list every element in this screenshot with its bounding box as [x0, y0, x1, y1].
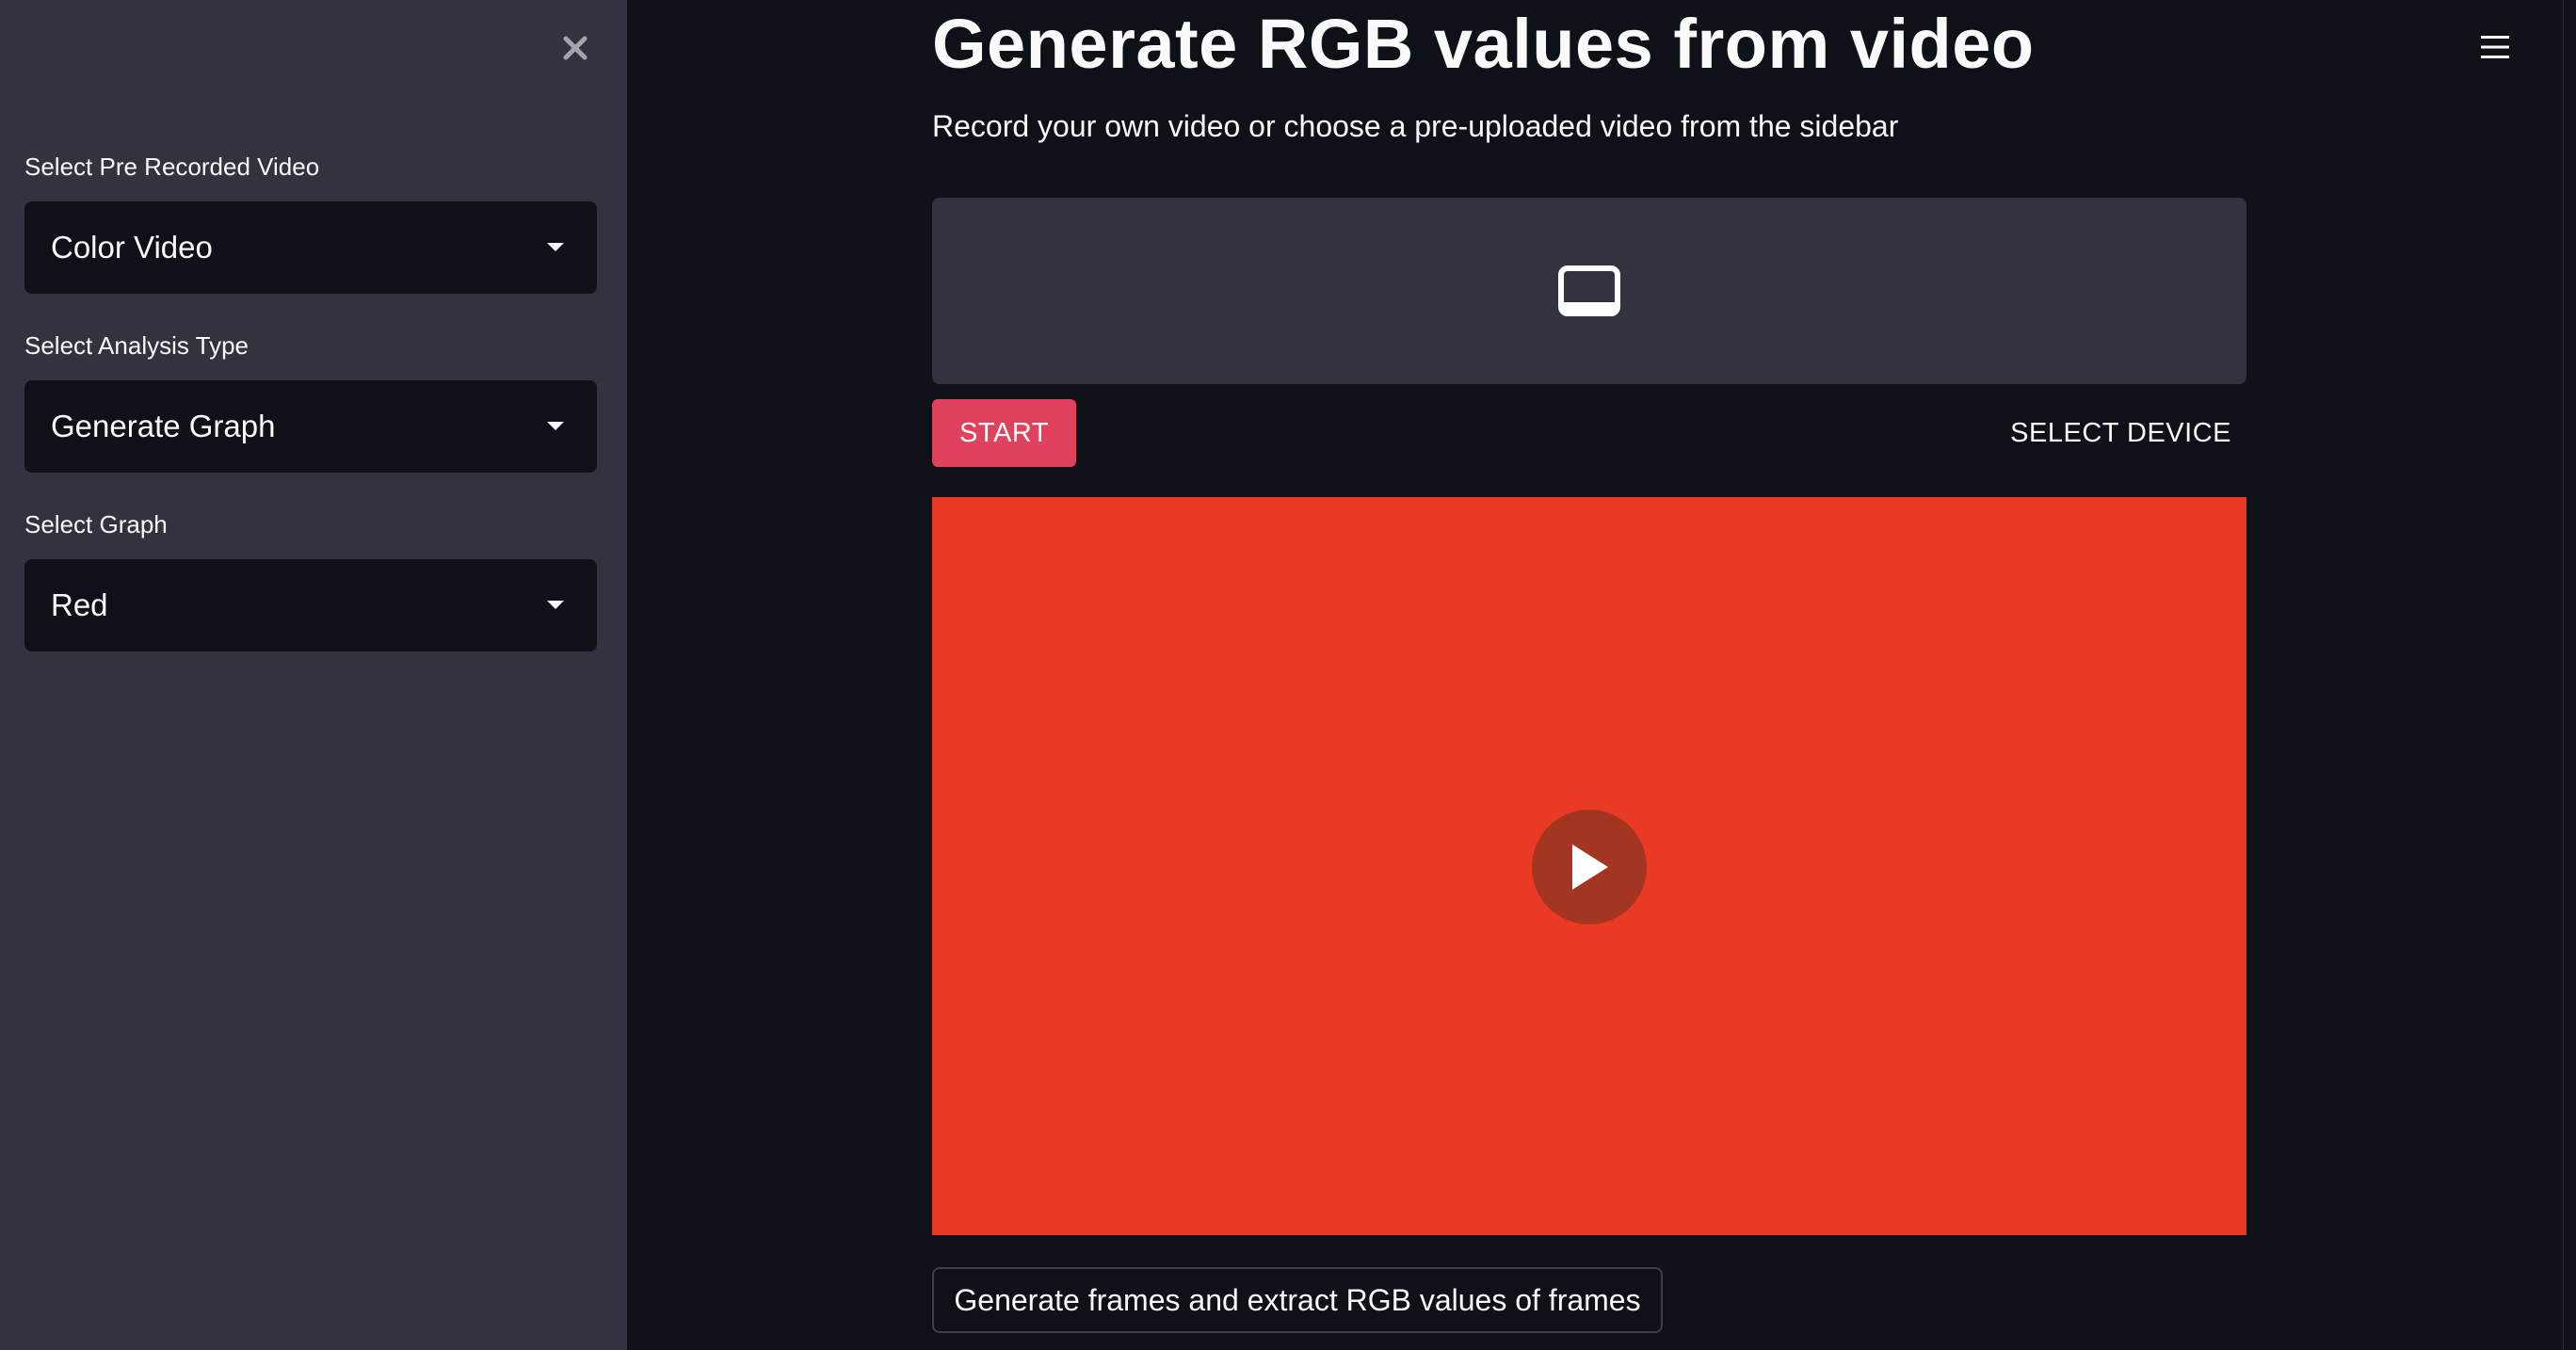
- close-icon: [563, 36, 588, 60]
- monitor-icon: [1558, 265, 1620, 316]
- analysis-type-select-label: Select Analysis Type: [24, 331, 249, 360]
- generate-frames-button[interactable]: Generate frames and extract RGB values o…: [932, 1267, 1663, 1333]
- scrollbar[interactable]: [2563, 0, 2576, 1350]
- page-subtitle: Record your own video or choose a pre-up…: [932, 109, 1899, 143]
- video-select-value: Color Video: [51, 230, 213, 265]
- hamburger-menu-icon: [2481, 36, 2509, 58]
- page-title: Generate RGB values from video: [932, 5, 2035, 83]
- graph-select[interactable]: Red: [24, 559, 597, 651]
- select-device-button[interactable]: SELECT DEVICE: [2005, 399, 2246, 467]
- chevron-down-icon: [542, 413, 569, 440]
- chevron-down-icon: [542, 592, 569, 619]
- analysis-type-select-value: Generate Graph: [51, 409, 276, 443]
- start-button[interactable]: START: [932, 399, 1076, 467]
- app: Select Pre Recorded Video Color Video Se…: [0, 0, 2576, 1350]
- video-select[interactable]: Color Video: [24, 201, 597, 294]
- play-icon: [1572, 844, 1608, 890]
- sidebar: Select Pre Recorded Video Color Video Se…: [0, 0, 627, 1350]
- main-menu-button[interactable]: [2476, 28, 2514, 66]
- graph-select-value: Red: [51, 587, 108, 622]
- camera-preview-panel: [932, 198, 2246, 384]
- play-button[interactable]: [1532, 810, 1647, 924]
- video-select-label: Select Pre Recorded Video: [24, 153, 320, 181]
- graph-select-label: Select Graph: [24, 510, 168, 538]
- close-sidebar-button[interactable]: [554, 26, 597, 70]
- analysis-type-select[interactable]: Generate Graph: [24, 380, 597, 473]
- chevron-down-icon: [542, 234, 569, 261]
